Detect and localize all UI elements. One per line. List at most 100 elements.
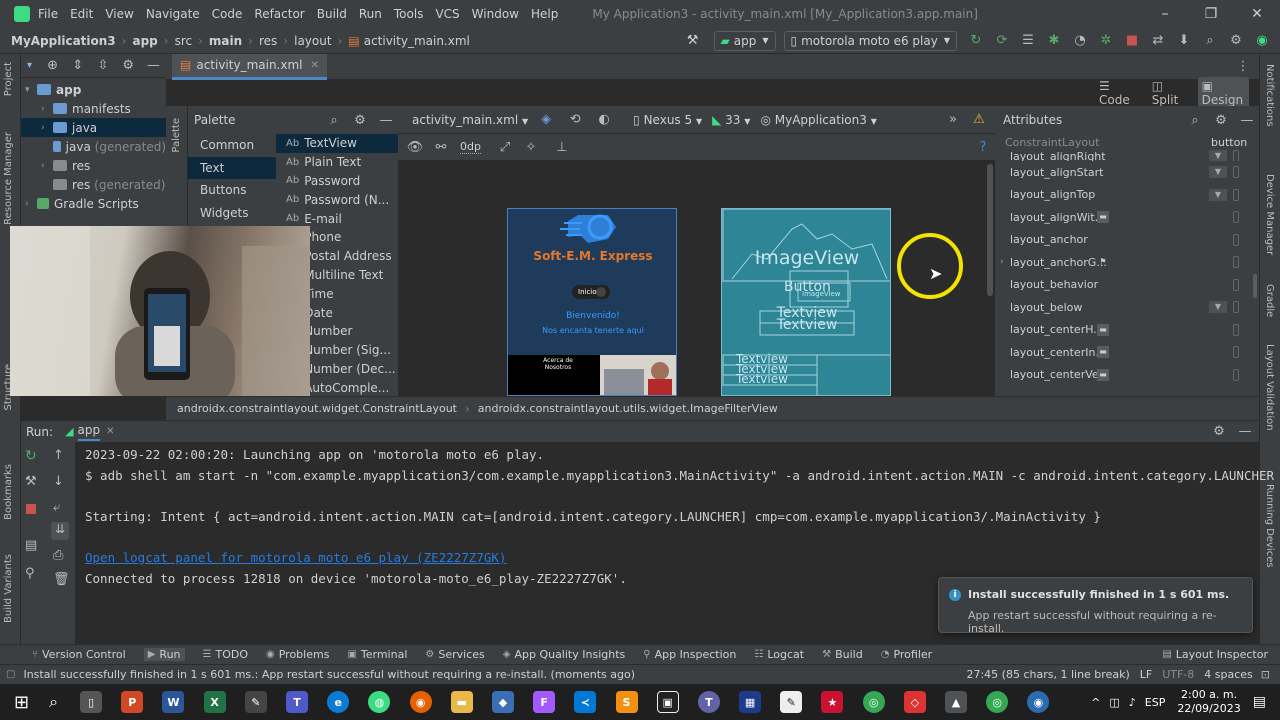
- design-preview[interactable]: Soft-E.M. Express Inicio Bienvenido! Nos…: [507, 208, 677, 396]
- design-mode-button[interactable]: ▣ Design: [1197, 77, 1249, 109]
- search-icon[interactable]: ⌕: [1202, 33, 1218, 49]
- down-icon[interactable]: ↓: [53, 474, 64, 489]
- menu-run[interactable]: Run: [359, 7, 382, 21]
- attribute-row[interactable]: layout_below ▼: [995, 296, 1259, 319]
- volume-icon[interactable]: ♪: [1129, 696, 1136, 709]
- night-mode-icon[interactable]: ◐: [596, 112, 612, 128]
- lock-icon[interactable]: ⊡: [1261, 668, 1270, 681]
- tab-profiler[interactable]: ◔ Profiler: [881, 648, 932, 661]
- stop-icon[interactable]: [26, 504, 36, 514]
- star-app-icon[interactable]: ★: [821, 691, 844, 713]
- app-icon[interactable]: ▦: [739, 691, 762, 713]
- tree-item-java[interactable]: › java: [21, 118, 166, 137]
- install-notification[interactable]: i Install successfully finished in 1 s 6…: [938, 577, 1253, 635]
- clock[interactable]: 2:00 a. m. 22/09/2023: [1177, 688, 1240, 716]
- menu-code[interactable]: Code: [212, 7, 243, 21]
- gradle-tool-tab[interactable]: Gradle: [1264, 284, 1275, 317]
- tab-app-quality-insights[interactable]: ◈ App Quality Insights: [503, 648, 626, 661]
- indent-setting[interactable]: 4 spaces: [1204, 668, 1253, 681]
- build-variants-tool-tab[interactable]: Build Variants: [3, 554, 14, 623]
- default-margin-dropdown[interactable]: 0dp: [460, 140, 481, 154]
- palette-category-widgets[interactable]: Widgets: [188, 202, 276, 225]
- api-selector[interactable]: ◣ 33 ▼: [712, 113, 750, 127]
- chrome-profile-icon[interactable]: ◎: [986, 691, 1009, 713]
- tree-item-res[interactable]: › res: [21, 156, 166, 175]
- guidelines-icon[interactable]: ⊥: [554, 139, 570, 155]
- pin-icon[interactable]: ⚲: [25, 566, 35, 581]
- teams-icon[interactable]: T: [286, 691, 308, 713]
- breadcrumb-main[interactable]: main: [209, 34, 242, 48]
- attach-debugger-icon[interactable]: ✲: [1098, 33, 1114, 49]
- expand-all-icon[interactable]: ⇕: [70, 58, 85, 74]
- design-surface-icon[interactable]: ◈: [538, 112, 554, 128]
- pen-app-icon[interactable]: ✎: [244, 691, 267, 713]
- resource-manager-tool-tab[interactable]: Resource Manager: [3, 132, 14, 225]
- menu-view[interactable]: View: [105, 7, 133, 21]
- hide-icon[interactable]: —: [146, 58, 161, 74]
- profile-icon[interactable]: ◔: [1072, 33, 1088, 49]
- attributes-scrollbar[interactable]: [1253, 274, 1257, 298]
- layout-validation-tool-tab[interactable]: Layout Validation: [1264, 344, 1275, 431]
- tab-services[interactable]: ⚙ Services: [425, 648, 484, 661]
- canvas-scrollbar[interactable]: [987, 164, 993, 296]
- network-icon[interactable]: ◫: [1109, 696, 1119, 709]
- keyboard-language[interactable]: ESP: [1145, 696, 1166, 709]
- vscode-icon[interactable]: ≺: [574, 691, 597, 713]
- menu-edit[interactable]: Edit: [70, 7, 93, 21]
- device-selector[interactable]: ▯ Nexus 5 ▼: [633, 113, 702, 127]
- collapse-all-icon[interactable]: ⇳: [95, 58, 110, 74]
- tree-item-java-generated[interactable]: java (generated): [21, 137, 166, 156]
- apply-code-changes-icon[interactable]: ⟳: [994, 33, 1010, 49]
- palette-item[interactable]: Ab Password: [276, 172, 398, 191]
- attribute-row[interactable]: layout_alignRight ▼: [995, 150, 1259, 161]
- tree-item-app[interactable]: ▾ app: [21, 80, 166, 99]
- menu-file[interactable]: File: [38, 7, 58, 21]
- search-icon[interactable]: ⌕: [1187, 112, 1203, 128]
- windows-start-icon[interactable]: ⊞: [14, 692, 29, 713]
- trash-icon[interactable]: 🗑: [53, 572, 70, 587]
- minimize-icon[interactable]: –: [1142, 6, 1188, 22]
- hide-icon[interactable]: —: [1237, 424, 1253, 440]
- app-icon[interactable]: ◆: [491, 691, 514, 713]
- file-encoding[interactable]: UTF-8: [1162, 668, 1194, 681]
- capture-icon[interactable]: ▣: [656, 691, 679, 713]
- palette-item[interactable]: Ab Password (N...: [276, 190, 398, 209]
- run-config-tab[interactable]: app: [77, 423, 101, 441]
- close-tab-icon[interactable]: ✕: [106, 426, 114, 437]
- breadcrumb-layout[interactable]: layout: [294, 34, 331, 48]
- phone-app-icon[interactable]: ▯: [80, 691, 103, 713]
- sublime-icon[interactable]: S: [615, 691, 638, 713]
- attribute-row[interactable]: layout_behavior: [995, 274, 1259, 297]
- breadcrumb-constraintlayout[interactable]: androidx.constraintlayout.widget.Constra…: [177, 402, 457, 415]
- search-icon[interactable]: ⌕: [49, 692, 58, 712]
- excel-icon[interactable]: X: [203, 691, 226, 713]
- settings-icon[interactable]: ⚙: [1228, 33, 1244, 49]
- notifications-tool-tab[interactable]: Notifications: [1264, 64, 1275, 127]
- breadcrumb-imagefilterview[interactable]: androidx.constraintlayout.utils.widget.I…: [478, 402, 778, 415]
- debug-icon[interactable]: ✱: [1046, 33, 1062, 49]
- project-tool-tab[interactable]: Project: [3, 62, 14, 96]
- tab-app-inspection[interactable]: ⚲ App Inspection: [643, 648, 736, 661]
- close-tab-icon[interactable]: ✕: [311, 60, 319, 71]
- project-view-icon[interactable]: ▾: [27, 60, 32, 71]
- android-studio-icon[interactable]: ▲: [945, 691, 967, 713]
- palette-side-label[interactable]: Palette: [171, 118, 182, 153]
- tab-todo[interactable]: ☰ TODO: [203, 648, 248, 661]
- attribute-row[interactable]: › layout_anchorG... ⚑: [995, 251, 1259, 274]
- list-icon[interactable]: ☰: [1020, 33, 1036, 49]
- tab-layout-inspector[interactable]: ▤ Layout Inspector: [1162, 648, 1268, 661]
- app-icon[interactable]: ◉: [1027, 691, 1050, 713]
- gear-icon[interactable]: ⚙: [1211, 424, 1227, 440]
- notification-center-icon[interactable]: ▤: [1253, 694, 1266, 710]
- logcat-link[interactable]: Open logcat panel for motorola moto e6 p…: [85, 550, 506, 565]
- palette-category-buttons[interactable]: Buttons: [188, 179, 276, 202]
- breadcrumb-app[interactable]: app: [132, 34, 157, 48]
- tab-version-control[interactable]: ⑂ Version Control: [32, 648, 126, 661]
- close-icon[interactable]: ✕: [1234, 6, 1280, 22]
- view-options-icon[interactable]: 👁: [407, 139, 424, 155]
- soft-wrap-icon[interactable]: ⤶: [53, 500, 60, 515]
- sdk-manager-icon[interactable]: ⬇: [1176, 33, 1192, 49]
- cursor-position[interactable]: 27:45 (85 chars, 1 line break): [966, 668, 1129, 681]
- stop-icon[interactable]: ■: [1124, 33, 1140, 49]
- scroll-to-end-icon[interactable]: ⇊: [51, 522, 69, 540]
